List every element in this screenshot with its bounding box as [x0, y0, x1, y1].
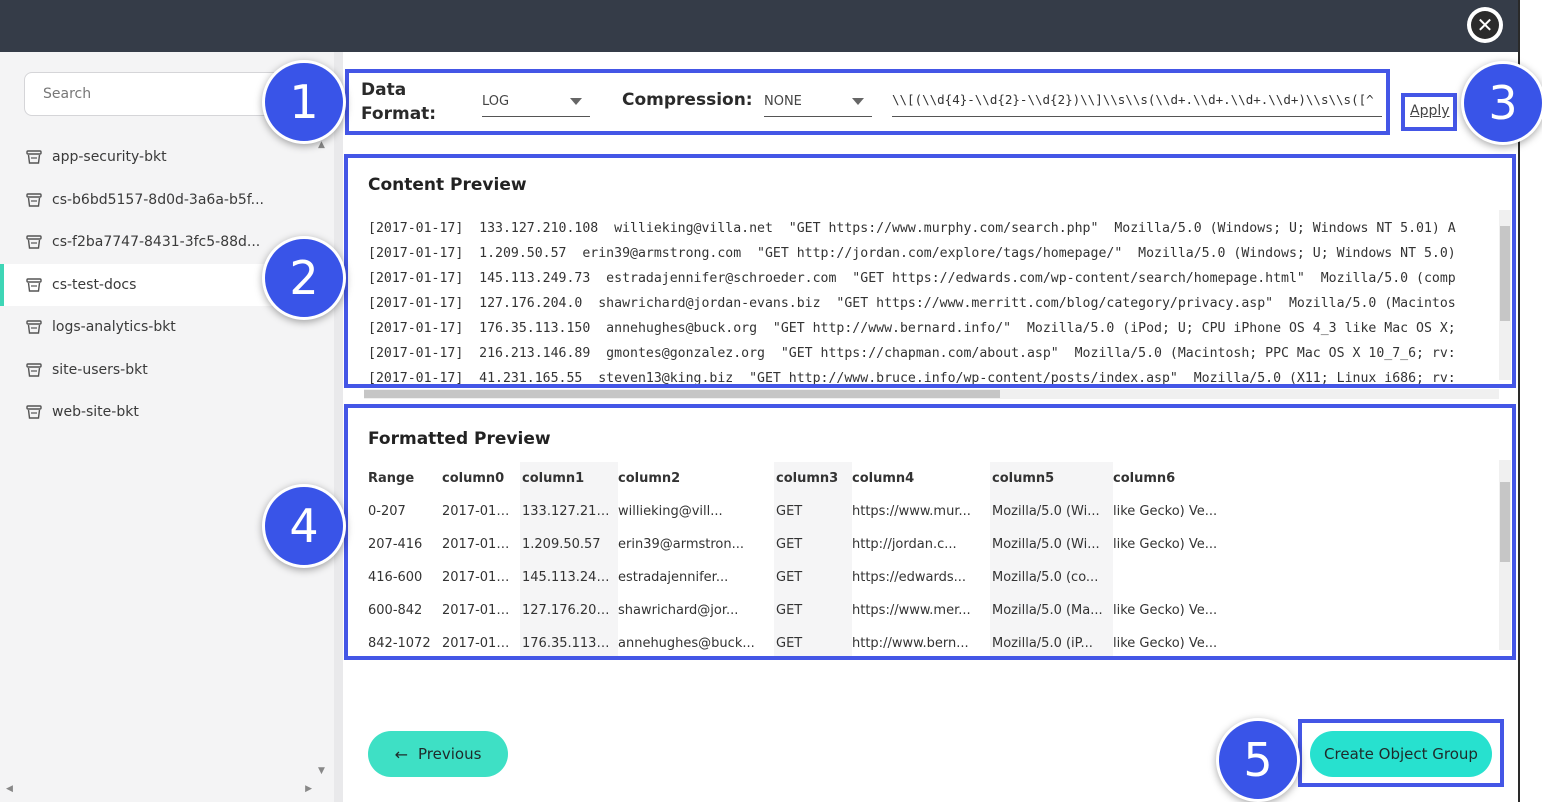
panel-divider — [334, 52, 343, 802]
arrow-left-icon: ← — [394, 744, 408, 764]
sidebar-item-bucket[interactable]: logs-analytics-bkt — [0, 306, 318, 349]
sidebar-item-bucket[interactable]: site-users-bkt — [0, 349, 318, 392]
previous-label: Previous — [418, 745, 482, 763]
scroll-down-icon[interactable]: ▼ — [318, 766, 325, 776]
scroll-up-icon[interactable]: ▲ — [318, 140, 325, 150]
previous-button[interactable]: ← Previous — [368, 731, 508, 777]
sidebar-item-label: cs-f2ba7747-8431-3fc5-88d... — [52, 234, 261, 251]
sidebar-item-bucket[interactable]: web-site-bkt — [0, 391, 318, 434]
bucket-icon — [26, 320, 42, 334]
bucket-icon — [26, 150, 42, 164]
modal-header-bar — [0, 0, 1518, 52]
highlight-box-1 — [345, 69, 1390, 135]
sidebar-item-label: site-users-bkt — [52, 361, 148, 378]
bucket-icon — [26, 235, 42, 249]
scroll-left-icon[interactable]: ◀ — [6, 784, 13, 794]
sidebar-horizontal-scrollbar[interactable]: ◀ ▶ — [0, 782, 318, 802]
sidebar-vertical-scrollbar[interactable]: ▲ ▼ — [314, 136, 330, 776]
bucket-icon — [26, 193, 42, 207]
highlight-box-3 — [1401, 93, 1457, 131]
highlight-box-4 — [344, 404, 1516, 660]
close-button[interactable]: ✕ — [1467, 7, 1503, 43]
callout-badge-3: 3 — [1461, 61, 1542, 145]
bucket-icon — [26, 405, 42, 419]
bucket-icon — [26, 363, 42, 377]
sidebar-item-label: cs-test-docs — [52, 276, 137, 293]
highlight-box-2 — [344, 154, 1516, 388]
callout-badge-4: 4 — [262, 484, 346, 568]
sidebar-item-bucket[interactable]: cs-b6bd5157-8d0d-3a6a-b5f... — [0, 179, 318, 222]
sidebar-item-label: cs-b6bd5157-8d0d-3a6a-b5f... — [52, 191, 265, 208]
scroll-right-icon[interactable]: ▶ — [305, 784, 312, 794]
highlight-box-5 — [1298, 719, 1504, 787]
content-horizontal-scrollbar[interactable] — [364, 389, 1499, 399]
sidebar-item-label: logs-analytics-bkt — [52, 319, 176, 336]
callout-badge-1: 1 — [262, 60, 346, 144]
sidebar-item-bucket[interactable]: app-security-bkt — [0, 136, 318, 179]
sidebar-item-label: web-site-bkt — [52, 404, 139, 421]
callout-badge-5: 5 — [1216, 718, 1300, 802]
bucket-sidebar: Search app-security-bkt cs-b6bd5157-8d0d-… — [0, 52, 334, 802]
close-icon: ✕ — [1471, 11, 1499, 39]
bucket-icon — [26, 278, 42, 292]
callout-badge-2: 2 — [262, 236, 346, 320]
scroll-thumb[interactable] — [364, 390, 1000, 398]
sidebar-item-label: app-security-bkt — [52, 149, 167, 166]
